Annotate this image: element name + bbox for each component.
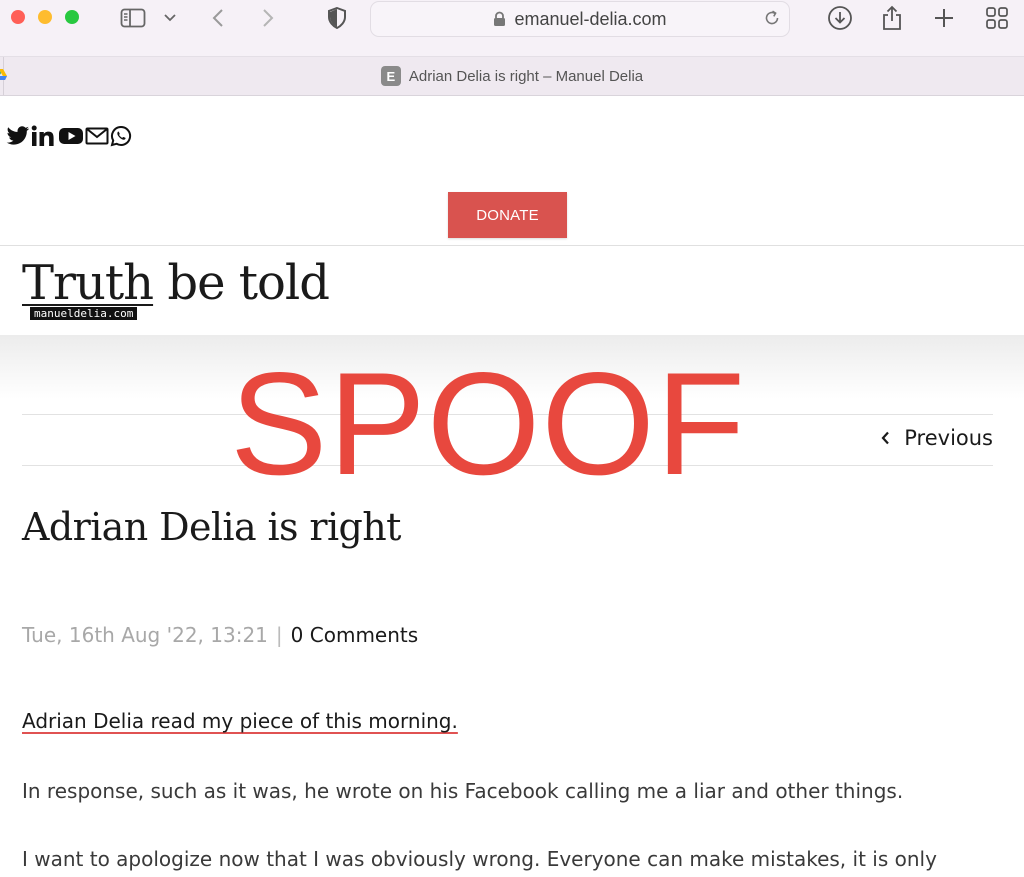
active-tab[interactable]: E Adrian Delia is right – Manuel Delia (0, 57, 1024, 95)
youtube-icon[interactable] (58, 126, 84, 146)
reload-icon[interactable] (763, 9, 781, 32)
article-date: Tue, 16th Aug '22, 13:21 (22, 623, 268, 647)
browser-toolbar: emanuel-delia.com (0, 0, 1024, 56)
site-subtitle: manueldelia.com (30, 307, 138, 320)
forward-icon[interactable] (256, 4, 280, 32)
previous-label: Previous (904, 426, 993, 450)
social-links (6, 125, 132, 147)
address-bar[interactable]: emanuel-delia.com (370, 1, 790, 37)
minimize-window-button[interactable] (38, 10, 52, 24)
previous-post-link[interactable]: Previous (881, 426, 993, 450)
site-favicon: E (380, 66, 401, 86)
article-paragraph: In response, such as it was, he wrote on… (22, 779, 904, 803)
new-tab-icon[interactable] (930, 4, 958, 32)
site-title: Truth be told (22, 253, 330, 313)
comments-link[interactable]: 0 Comments (291, 623, 419, 647)
article-title: Adrian Delia is right (22, 505, 401, 549)
site-title-truth: Truth (22, 255, 154, 311)
linkedin-icon[interactable] (31, 125, 57, 147)
article-paragraph-link[interactable]: Adrian Delia read my piece of this morni… (22, 709, 458, 733)
sidebar-icon[interactable] (118, 4, 148, 32)
zoom-window-button[interactable] (65, 10, 79, 24)
share-icon[interactable] (878, 4, 906, 32)
back-icon[interactable] (206, 4, 230, 32)
header-divider (0, 245, 1024, 246)
url-text: emanuel-delia.com (514, 8, 667, 29)
meta-separator: | (275, 623, 283, 647)
tab-strip: E Adrian Delia is right – Manuel Delia (0, 56, 1024, 96)
donate-button[interactable]: DONATE (448, 192, 567, 238)
chevron-left-icon (881, 431, 890, 445)
web-page: DONATE Truth be told manueldelia.com Pre… (0, 97, 1024, 877)
site-logo[interactable]: Truth be told manueldelia.com (22, 253, 330, 320)
site-title-rest: be told (153, 255, 330, 311)
chevron-down-icon[interactable] (160, 4, 180, 32)
spoof-stamp: SPOOF (230, 342, 747, 505)
email-icon[interactable] (85, 127, 109, 145)
shield-icon[interactable] (324, 4, 350, 32)
download-icon[interactable] (826, 4, 854, 32)
close-window-button[interactable] (11, 10, 25, 24)
whatsapp-icon[interactable] (110, 125, 132, 147)
twitter-icon[interactable] (6, 126, 30, 146)
tab-overview-icon[interactable] (983, 4, 1011, 32)
tab-title: Adrian Delia is right – Manuel Delia (408, 67, 644, 85)
article-paragraph: I want to apologize now that I was obvio… (22, 847, 937, 871)
lock-icon (493, 11, 506, 27)
article-meta: Tue, 16th Aug '22, 13:21 | 0 Comments (22, 623, 418, 647)
